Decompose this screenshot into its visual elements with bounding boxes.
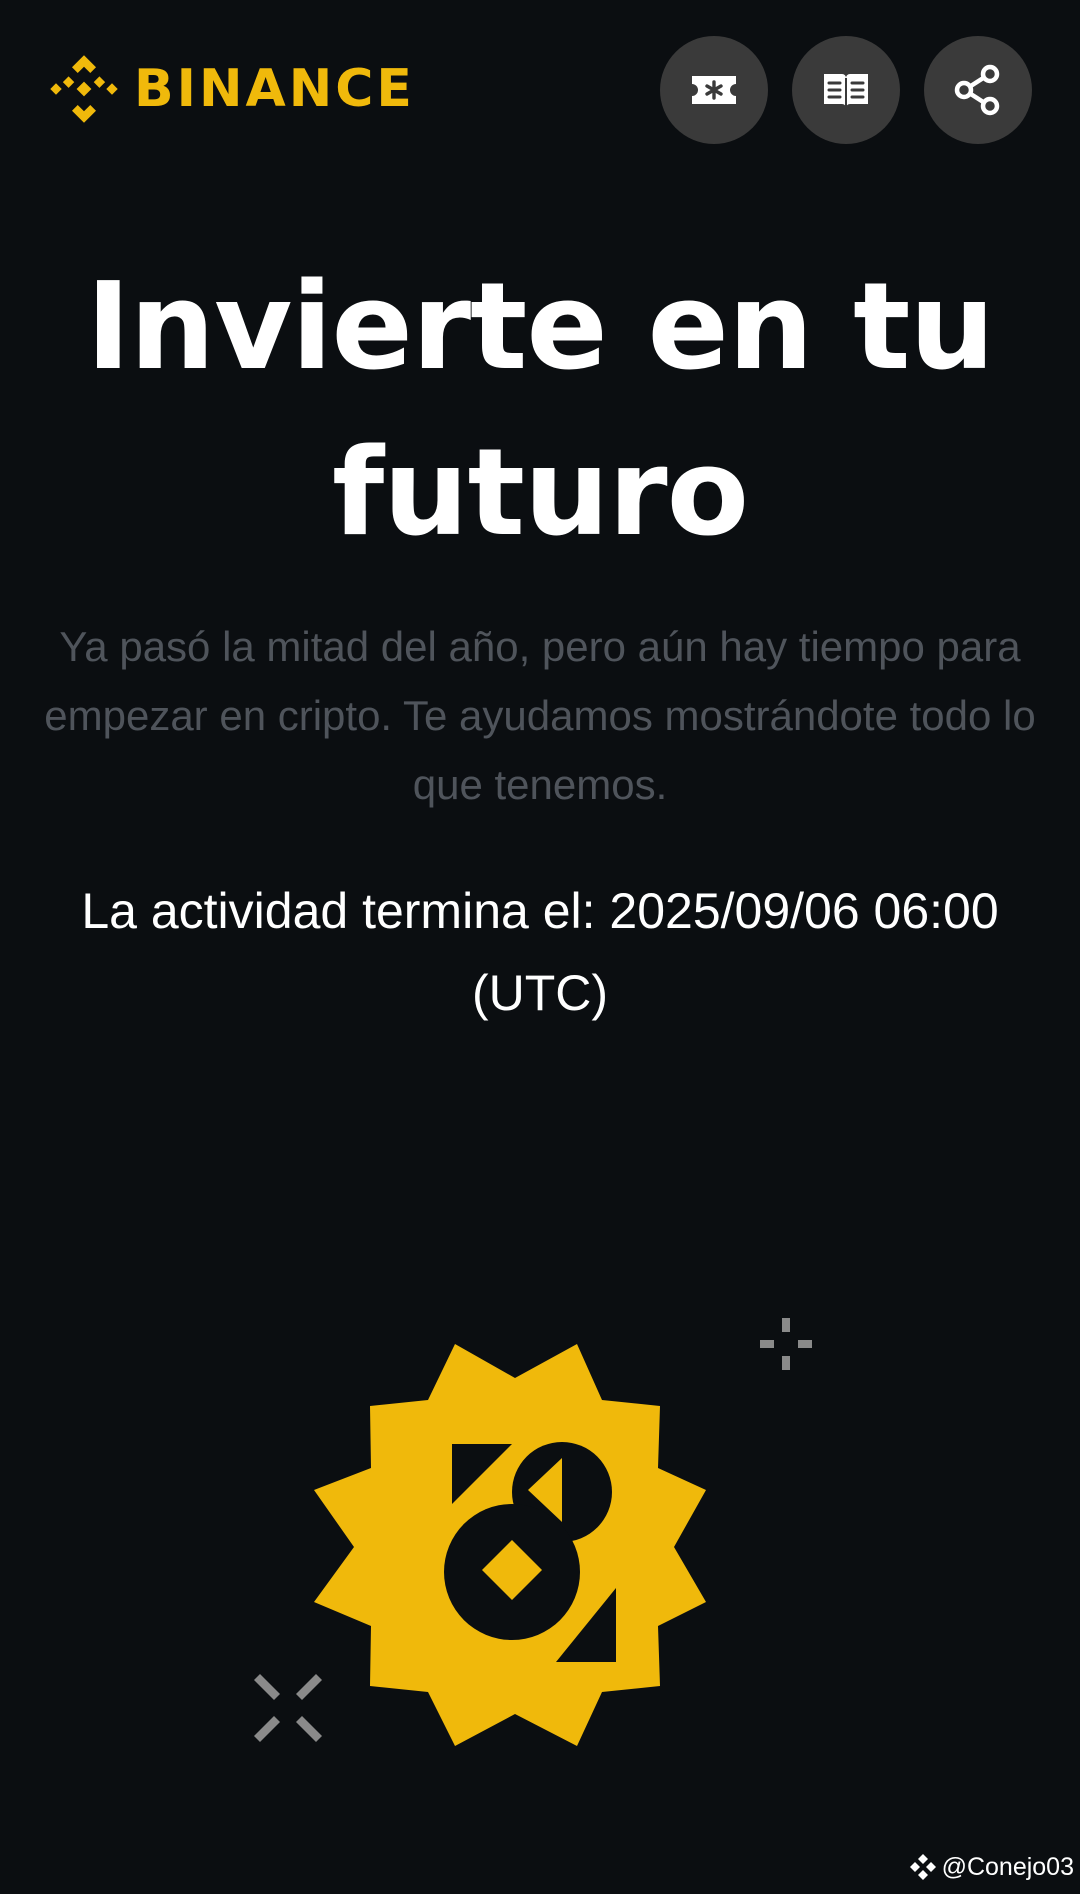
ticket-icon (692, 76, 736, 104)
binance-logo-icon (50, 55, 118, 123)
binance-logo[interactable]: BINANCE (48, 52, 415, 126)
share-button[interactable] (924, 36, 1032, 144)
page: BINANCE Invierte en tu futuro Ya pasó la… (0, 0, 1080, 1894)
header: BINANCE (0, 0, 1080, 180)
book-icon (824, 74, 868, 108)
brand-name: BINANCE (134, 59, 415, 119)
binance-logo-icon (909, 1854, 936, 1880)
coupon-button[interactable] (660, 36, 768, 144)
watermark-handle: @Conejo03 (941, 1853, 1074, 1881)
watermark: @Conejo03 (908, 1850, 1074, 1884)
activity-end-date: La actividad termina el: 2025/09/06 06:0… (81, 883, 999, 1021)
sparkle-icon (254, 1674, 322, 1742)
guide-button[interactable] (792, 36, 900, 144)
share-icon (954, 64, 1000, 116)
page-title: Invierte en tu futuro (86, 258, 995, 563)
sixth-anniversary-badge-icon (314, 1344, 706, 1746)
page-subtitle: Ya pasó la mitad del año, pero aún hay t… (44, 623, 1036, 808)
